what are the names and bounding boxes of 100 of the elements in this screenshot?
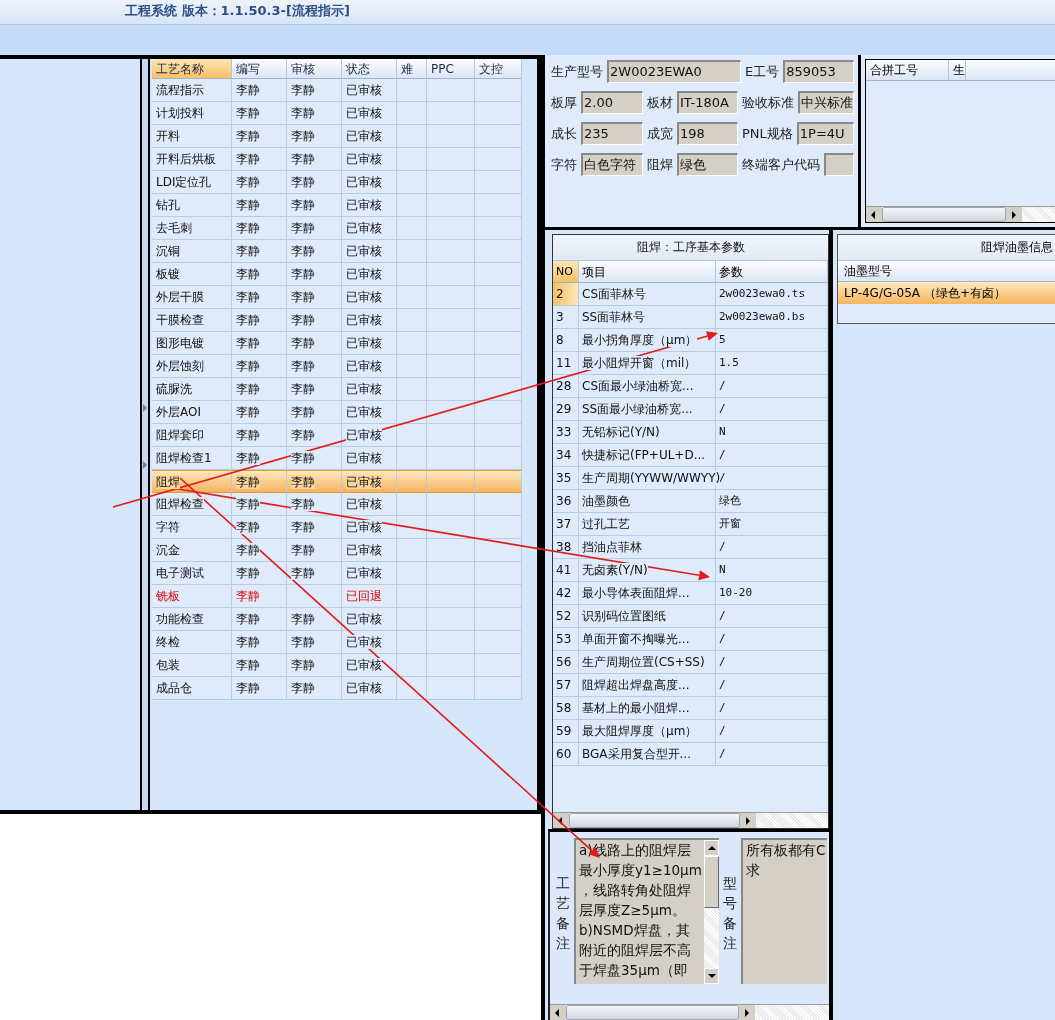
table-cell[interactable]: 58 (553, 697, 579, 720)
column-header[interactable]: 生 (949, 60, 966, 80)
table-cell[interactable]: LDI定位孔 (152, 171, 232, 194)
table-cell[interactable]: 37 (553, 513, 579, 536)
column-header[interactable]: 参数 (716, 261, 828, 283)
table-cell[interactable]: 钻孔 (152, 194, 232, 217)
text-field[interactable]: 1P=4U (796, 122, 854, 145)
table-cell[interactable]: 阻焊套印 (152, 424, 232, 447)
text-field[interactable]: IT-180A (677, 91, 738, 114)
text-field[interactable]: 绿色 (677, 153, 738, 176)
table-cell[interactable]: 外层蚀刻 (152, 355, 232, 378)
column-header[interactable]: 编写 (232, 59, 287, 79)
table-cell[interactable]: 28 (553, 375, 579, 398)
table-cell[interactable]: 60 (553, 743, 579, 766)
splitter[interactable] (142, 59, 150, 810)
table-cell: 李静 (232, 378, 287, 401)
column-header[interactable]: 难 (397, 59, 427, 79)
table-cell: 最小阻焊开窗（mil） (579, 352, 716, 375)
table-cell[interactable]: 42 (553, 582, 579, 605)
table-cell[interactable]: 56 (553, 651, 579, 674)
table-cell[interactable]: 3 (553, 306, 579, 329)
column-header[interactable]: NO (553, 261, 579, 283)
table-cell[interactable]: 铣板 (152, 585, 232, 608)
table-cell: 已审核 (342, 401, 397, 424)
table-cell[interactable]: 36 (553, 490, 579, 513)
table-cell[interactable]: 包装 (152, 654, 232, 677)
table-cell[interactable]: 35 (553, 467, 579, 490)
table-cell[interactable]: 阻焊检查1 (152, 447, 232, 470)
text-field[interactable]: 2W0023EWA0 (607, 60, 741, 83)
table-cell[interactable]: 功能检查 (152, 608, 232, 631)
table-cell: 李静 (287, 447, 342, 470)
table-cell: 已审核 (342, 217, 397, 240)
table-cell[interactable]: 41 (553, 559, 579, 582)
table-cell[interactable]: 57 (553, 674, 579, 697)
table-cell[interactable]: 38 (553, 536, 579, 559)
text-field[interactable] (824, 153, 854, 176)
table-cell (475, 562, 522, 585)
table-cell[interactable]: 阻焊 (152, 470, 232, 493)
table-cell: 李静 (287, 654, 342, 677)
table-cell[interactable]: 字符 (152, 516, 232, 539)
table-cell[interactable]: 去毛刺 (152, 217, 232, 240)
table-cell[interactable]: 成品仓 (152, 677, 232, 700)
table-cell: N (716, 421, 828, 444)
table-cell[interactable]: 29 (553, 398, 579, 421)
table-cell (427, 79, 475, 102)
table-cell: 已审核 (342, 470, 397, 493)
column-header[interactable]: 审核 (287, 59, 342, 79)
column-header[interactable]: 项目 (579, 261, 716, 283)
text-field[interactable]: 859053 (783, 60, 854, 83)
table-cell: 李静 (287, 102, 342, 125)
table-cell[interactable]: 52 (553, 605, 579, 628)
column-header[interactable]: PPC (427, 59, 475, 79)
table-cell[interactable]: 59 (553, 720, 579, 743)
scrollbar[interactable] (703, 840, 719, 984)
table-cell: 10-20 (716, 582, 828, 605)
table-cell[interactable]: 11 (553, 352, 579, 375)
scrollbar[interactable] (866, 206, 1055, 222)
table-cell[interactable]: 2 (553, 283, 579, 306)
table-cell: 李静 (232, 355, 287, 378)
table-cell[interactable]: 板镀 (152, 263, 232, 286)
table-cell[interactable]: 外层AOI (152, 401, 232, 424)
table-cell[interactable]: 34 (553, 444, 579, 467)
table-cell (475, 355, 522, 378)
table-cell: 李静 (287, 608, 342, 631)
table-row[interactable]: LP-4G/G-05A （绿色+有卤） (838, 282, 1055, 304)
column-header[interactable]: 合拼工号 (866, 60, 949, 80)
column-header[interactable]: 状态 (342, 59, 397, 79)
table-cell[interactable]: 电子测试 (152, 562, 232, 585)
column-header[interactable]: 油墨型号 (838, 261, 1055, 282)
column-header[interactable]: 工艺名称 (152, 59, 232, 79)
table-cell[interactable]: 53 (553, 628, 579, 651)
scrollbar[interactable] (550, 1004, 829, 1020)
table-cell[interactable]: 流程指示 (152, 79, 232, 102)
table-cell[interactable]: 外层干膜 (152, 286, 232, 309)
table-cell[interactable]: 开料后烘板 (152, 148, 232, 171)
field-label: 成长 (551, 124, 577, 143)
table-cell (475, 309, 522, 332)
table-cell[interactable]: 沉铜 (152, 240, 232, 263)
table-cell[interactable]: 8 (553, 329, 579, 352)
table-cell[interactable]: 干膜检查 (152, 309, 232, 332)
table-cell[interactable]: 33 (553, 421, 579, 444)
table-cell[interactable]: 沉金 (152, 539, 232, 562)
scrollbar[interactable] (553, 812, 828, 828)
table-cell: 李静 (287, 355, 342, 378)
table-cell[interactable]: 计划投料 (152, 102, 232, 125)
table-cell: 李静 (232, 263, 287, 286)
table-cell[interactable]: 终检 (152, 631, 232, 654)
table-cell[interactable]: 硫脲洗 (152, 378, 232, 401)
table-cell[interactable]: 阻焊检查 (152, 493, 232, 516)
table-cell (475, 378, 522, 401)
field-label: 生产型号 (551, 62, 603, 81)
text-field[interactable]: 198 (677, 122, 738, 145)
column-header[interactable]: 文控 (475, 59, 522, 79)
text-field[interactable]: 白色字符 (581, 153, 643, 176)
table-cell[interactable]: 图形电镀 (152, 332, 232, 355)
text-area[interactable]: 所有板都有C 求 (741, 838, 827, 984)
text-field[interactable]: 2.00 (581, 91, 643, 114)
text-field[interactable]: 中兴标准 (798, 91, 854, 114)
text-field[interactable]: 235 (581, 122, 643, 145)
table-cell[interactable]: 开料 (152, 125, 232, 148)
